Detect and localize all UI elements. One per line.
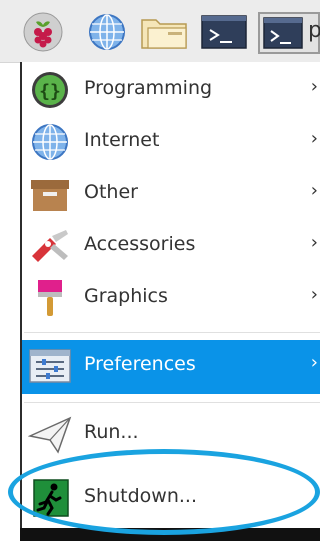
menu-item-accessories[interactable]: Accessories › [22,220,320,272]
programming-icon: {} [32,72,68,108]
web-browser-launcher[interactable] [86,12,128,52]
menu-item-label: Preferences [84,353,196,375]
submenu-arrow-icon: › [310,180,318,201]
folder-icon [141,19,187,49]
desktop-edge [20,528,320,541]
menu-item-label: Accessories [84,233,196,255]
menu-item-other[interactable]: Other › [22,168,320,220]
submenu-arrow-icon: › [310,352,318,373]
raspberry-menu-button[interactable] [20,12,66,52]
svg-text:{}: {} [39,81,61,102]
menu-divider [24,332,320,333]
submenu-arrow-icon: › [310,128,318,149]
menu-item-label: Other [84,181,138,203]
terminal-icon [201,15,247,49]
terminal-window-task[interactable]: p [258,12,320,54]
menu-item-programming[interactable]: {} Programming › [22,64,320,116]
raspberry-icon [23,12,63,52]
applications-menu: {} Programming › Internet › Other › Acce… [20,62,320,528]
menu-item-shutdown[interactable]: Shutdown... [22,472,320,524]
menu-item-label: Run... [84,421,139,443]
exit-running-icon [33,479,69,517]
menu-item-graphics[interactable]: Graphics › [22,272,320,324]
submenu-arrow-icon: › [310,76,318,97]
terminal-launcher[interactable] [198,12,250,52]
paper-plane-icon [28,416,72,454]
preferences-icon [29,349,71,383]
taskbar: p [0,0,320,63]
globe-icon [32,124,68,160]
menu-item-label: Shutdown... [84,485,197,507]
submenu-arrow-icon: › [310,232,318,253]
submenu-arrow-icon: › [310,284,318,305]
paintbrush-icon [38,280,62,316]
menu-item-label: Graphics [84,285,168,307]
globe-icon [89,14,125,50]
box-icon [31,180,69,211]
task-title-text: p [308,18,320,43]
menu-item-label: Programming [84,77,213,99]
file-manager-launcher[interactable] [138,12,192,52]
menu-divider [24,402,320,403]
menu-item-label: Internet [84,129,160,151]
terminal-icon [263,17,303,49]
menu-item-run[interactable]: Run... [22,408,320,460]
menu-item-internet[interactable]: Internet › [22,116,320,168]
menu-item-preferences[interactable]: Preferences › [22,340,320,394]
swiss-knife-icon [32,230,68,262]
